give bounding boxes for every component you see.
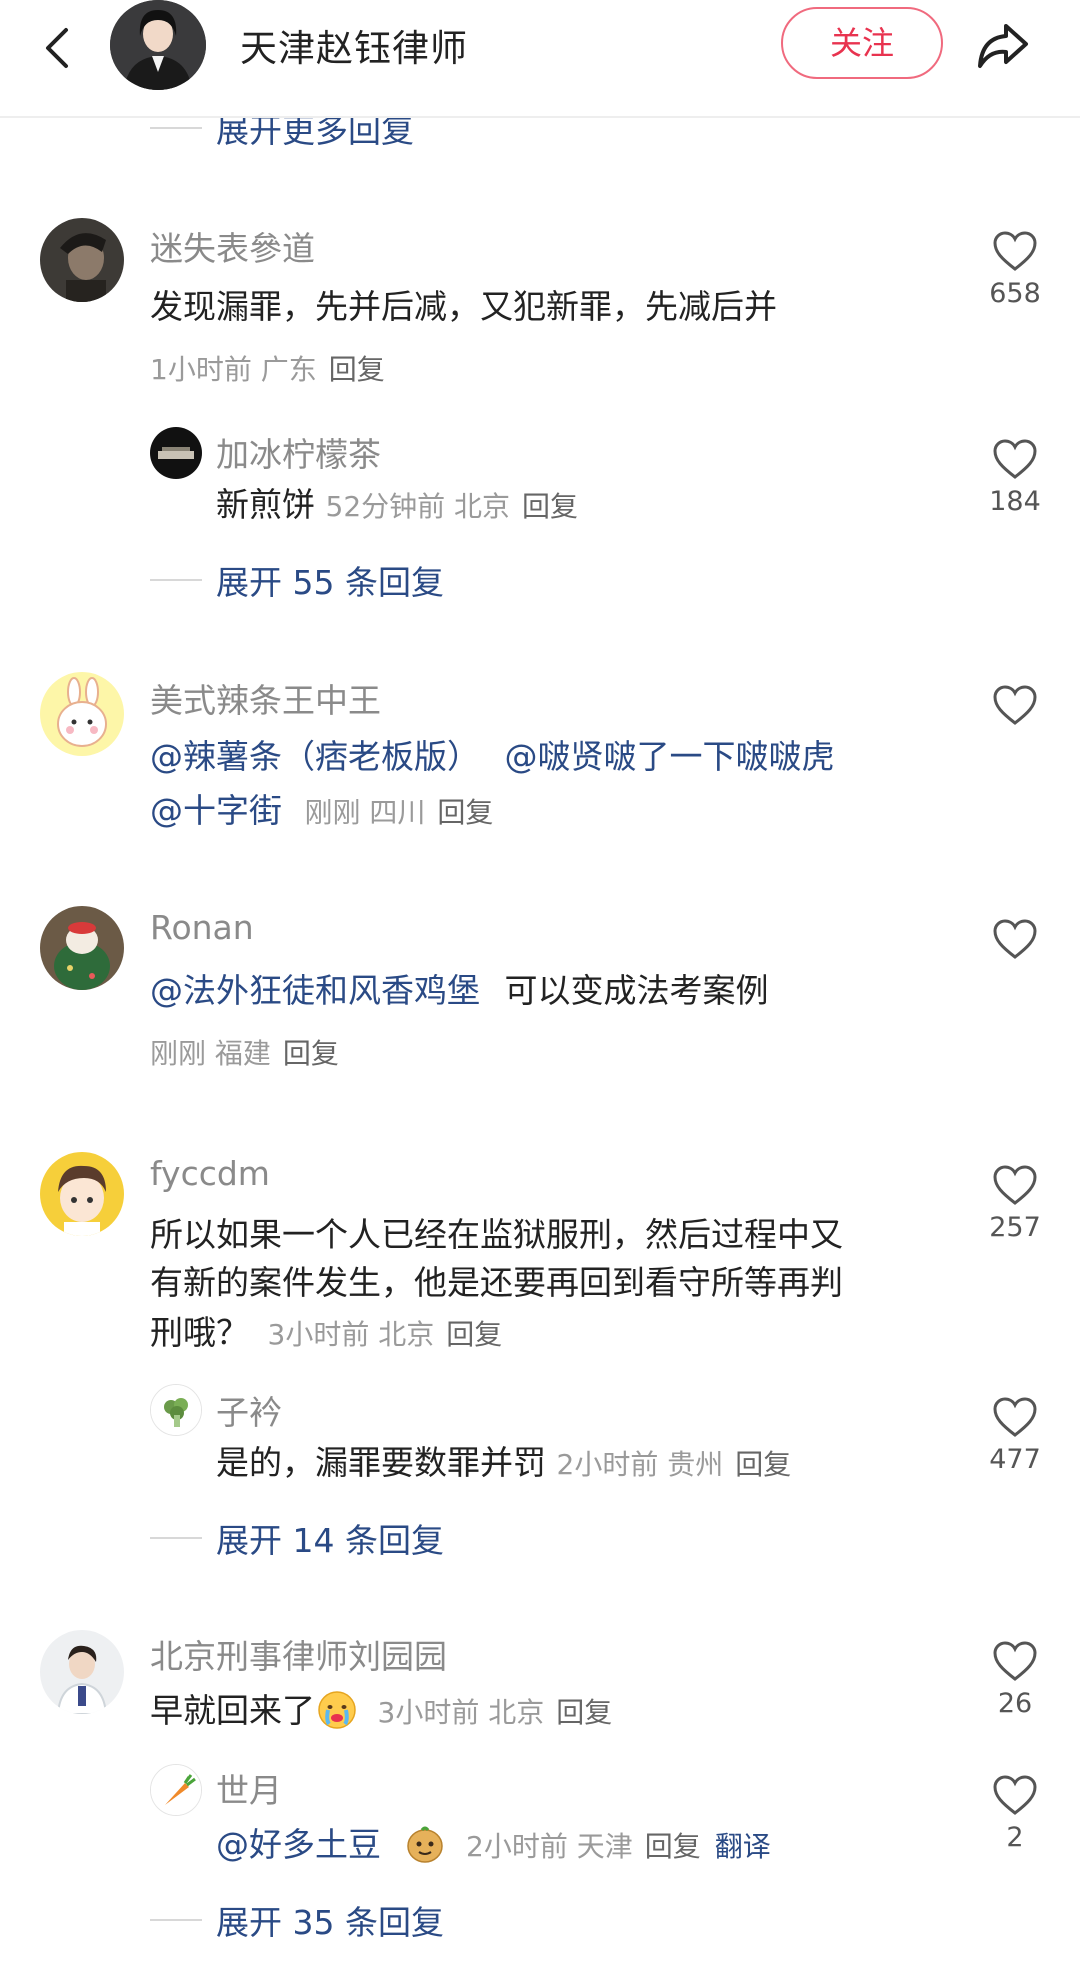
reply-button[interactable]: 回复: [556, 1696, 612, 1729]
crying-emoji-icon: [317, 1690, 357, 1730]
like-button[interactable]: 2: [975, 1774, 1055, 1853]
expand-label: 展开 35 条回复: [216, 1903, 444, 1942]
comment-text-line: 刑哦？ 3小时前 北京 回复: [150, 1312, 502, 1356]
divider: [150, 127, 202, 129]
share-button[interactable]: [970, 12, 1036, 78]
reply-button[interactable]: 回复: [522, 490, 578, 523]
divider: [150, 1919, 202, 1921]
heart-icon: [993, 439, 1037, 479]
like-button[interactable]: 184: [975, 438, 1055, 517]
potato-emoji-icon: [404, 1824, 446, 1866]
like-count: 658: [989, 278, 1041, 309]
author-name[interactable]: 天津赵钰律师: [240, 18, 468, 72]
username[interactable]: 加冰柠檬茶: [216, 428, 381, 476]
time-location: 2小时前 天津: [466, 1830, 633, 1863]
avatar[interactable]: [40, 1630, 124, 1714]
comment-body: 早就回来了: [150, 1691, 315, 1730]
heart-icon: [993, 1641, 1037, 1681]
heart-icon: [993, 919, 1037, 959]
heart-icon: [993, 685, 1037, 725]
mention-link[interactable]: @辣薯条（痞老板版）: [150, 737, 480, 776]
time-location: 刚刚 四川: [304, 796, 426, 829]
chevron-left-icon: [46, 28, 68, 68]
username[interactable]: 世月: [216, 1764, 282, 1812]
username[interactable]: 北京刑事律师刘园园: [150, 1630, 447, 1678]
time-location: 3小时前 北京: [267, 1318, 435, 1351]
avatar[interactable]: [150, 427, 202, 479]
like-count: 477: [989, 1444, 1041, 1475]
expand-replies[interactable]: 展开 35 条回复: [150, 1896, 444, 1942]
like-count: 2: [1006, 1822, 1024, 1853]
like-button[interactable]: 658: [975, 230, 1055, 309]
mention-link[interactable]: @十字街: [150, 791, 282, 830]
reply-button[interactable]: 回复: [446, 1318, 502, 1351]
mention-link[interactable]: @法外狂徒和风香鸡堡: [150, 971, 480, 1010]
avatar[interactable]: [40, 906, 124, 990]
heart-icon: [993, 1165, 1037, 1205]
reply-button[interactable]: 回复: [437, 796, 493, 829]
mention-link[interactable]: @啵贤啵了一下啵啵虎: [505, 737, 835, 776]
reply-text: 是的，漏罪要数罪并罚: [216, 1443, 546, 1482]
heart-icon: [993, 231, 1037, 271]
like-button[interactable]: 477: [975, 1396, 1055, 1475]
like-count: 184: [989, 486, 1041, 517]
translate-button[interactable]: 翻译: [715, 1830, 771, 1863]
time-location: 3小时前 北京: [377, 1696, 545, 1729]
time-location: 刚刚 福建: [150, 1037, 271, 1070]
comment-list[interactable]: 展开更多回复 迷失表參道 发现漏罪，先并后减，又犯新罪，先减后并 1小时前 广东…: [0, 0, 1080, 1962]
username[interactable]: fyccdm: [150, 1154, 270, 1193]
comment-text: @辣薯条（痞老板版） @啵贤啵了一下啵啵虎: [150, 736, 835, 778]
top-bar: 天津赵钰律师 关注: [0, 0, 1080, 118]
back-button[interactable]: [30, 18, 90, 78]
comment-text: 有新的案件发生，他是还要再回到看守所等再判: [150, 1263, 843, 1302]
like-button[interactable]: 257: [975, 1164, 1055, 1243]
time-location: 1小时前 广东: [150, 353, 317, 386]
like-button[interactable]: [975, 918, 1055, 960]
username[interactable]: 子衿: [216, 1386, 282, 1434]
divider: [150, 1537, 202, 1539]
username[interactable]: 迷失表參道: [150, 222, 315, 270]
expand-label: 展开 55 条回复: [216, 563, 444, 602]
author-avatar[interactable]: [110, 0, 206, 90]
comment-meta: 刚刚 福建 回复: [150, 1032, 339, 1072]
like-button[interactable]: 26: [975, 1640, 1055, 1719]
comment-meta: 1小时前 广东 回复: [150, 348, 385, 388]
comment-text-line: @十字街 刚刚 四川 回复: [150, 790, 493, 834]
heart-icon: [993, 1397, 1037, 1437]
username[interactable]: 美式辣条王中王: [150, 674, 381, 722]
time-location: 2小时前 贵州: [556, 1448, 724, 1481]
mention-link[interactable]: @好多土豆: [216, 1825, 381, 1864]
avatar[interactable]: [150, 1764, 202, 1816]
avatar[interactable]: [150, 1384, 202, 1436]
reply-button[interactable]: 回复: [329, 353, 385, 386]
comment-body: 刑哦？: [150, 1313, 249, 1352]
follow-button[interactable]: 关注: [781, 7, 943, 79]
comment-text: @法外狂徒和风香鸡堡 可以变成法考案例: [150, 970, 769, 1012]
expand-label: 展开 14 条回复: [216, 1521, 444, 1560]
avatar[interactable]: [40, 218, 124, 302]
expand-replies[interactable]: 展开 55 条回复: [150, 556, 444, 602]
reply-text: 新煎饼: [216, 485, 315, 524]
comment-text: 发现漏罪，先并后减，又犯新罪，先减后并: [150, 287, 777, 326]
avatar[interactable]: [40, 672, 124, 756]
share-arrow-icon: [978, 24, 1028, 68]
reply-text-line: 新煎饼 52分钟前 北京 回复: [216, 484, 578, 528]
heart-icon: [993, 1775, 1037, 1815]
avatar[interactable]: [40, 1152, 124, 1236]
reply-text-line: @好多土豆 2小时前 天津 回复 翻译: [216, 1824, 771, 1868]
like-button[interactable]: [975, 684, 1055, 726]
like-count: 26: [997, 1688, 1033, 1719]
username[interactable]: Ronan: [150, 908, 254, 947]
reply-button[interactable]: 回复: [283, 1037, 339, 1070]
like-count: 257: [989, 1212, 1041, 1243]
reply-text-line: 是的，漏罪要数罪并罚 2小时前 贵州 回复: [216, 1442, 791, 1486]
comment-body: 可以变成法考案例: [504, 971, 769, 1010]
reply-button[interactable]: 回复: [735, 1448, 791, 1481]
expand-replies[interactable]: 展开 14 条回复: [150, 1514, 444, 1560]
comment-text-line: 早就回来了 3小时前 北京 回复: [150, 1690, 612, 1734]
divider: [150, 579, 202, 581]
time-location: 52分钟前 北京: [325, 490, 511, 523]
comment-text: 所以如果一个人已经在监狱服刑，然后过程中又: [150, 1215, 843, 1254]
reply-button[interactable]: 回复: [645, 1830, 701, 1863]
